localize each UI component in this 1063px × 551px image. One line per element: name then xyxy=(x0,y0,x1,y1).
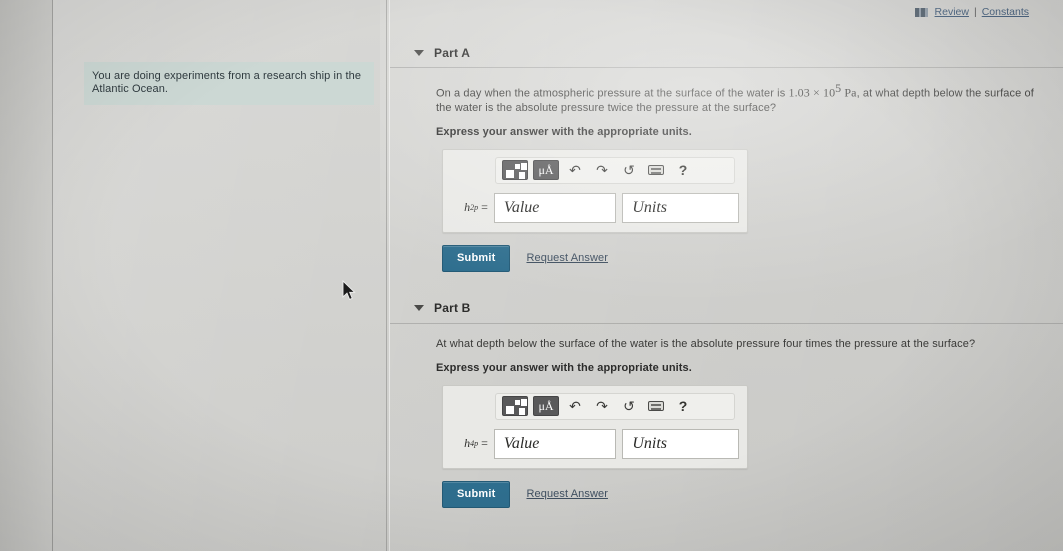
left-margin-panel xyxy=(0,0,52,551)
part-b-question-pre: At what depth below the surface of the w… xyxy=(436,337,976,350)
micro-angstrom-units-icon[interactable]: μÅ xyxy=(533,160,559,181)
part-a-question-pre: On a day when the atmospheric pressure a… xyxy=(436,87,789,100)
reset-circle-icon[interactable]: ↺ xyxy=(618,396,640,416)
part-b-request-answer-link[interactable]: Request Answer xyxy=(526,488,608,500)
math-template-icon[interactable] xyxy=(502,396,528,417)
chevron-down-icon[interactable] xyxy=(414,305,424,312)
part-b-body: At what depth below the surface of the w… xyxy=(390,337,1063,508)
part-b-answer-subscript: 4p xyxy=(470,439,479,449)
part-b-instruction: Express your answer with the appropriate… xyxy=(436,361,692,374)
chevron-down-icon[interactable] xyxy=(414,49,424,56)
part-a-answer-label: h 2p = xyxy=(451,193,494,223)
math-template-icon[interactable] xyxy=(502,160,528,181)
part-b-submit-row: Submit Request Answer xyxy=(442,480,1049,508)
part-b-answer-label: h 4p = xyxy=(451,429,494,459)
part-b-entry-row: h 4p = Value Units xyxy=(451,428,739,459)
part-a-header[interactable]: Part A xyxy=(390,38,1063,68)
part-b-answer-equals: = xyxy=(481,436,488,451)
redo-arrow-icon[interactable]: ↷ xyxy=(591,396,613,416)
part-a-pressure-base: 10 xyxy=(822,85,836,100)
redo-arrow-icon[interactable]: ↷ xyxy=(591,160,613,180)
part-b-submit-button[interactable]: Submit xyxy=(442,480,511,508)
undo-arrow-icon[interactable]: ↶ xyxy=(564,160,586,180)
column-divider xyxy=(386,0,387,551)
part-a-pressure-times: × xyxy=(812,85,820,100)
part-b-value-input[interactable]: Value xyxy=(493,428,617,459)
part-a-toolbar: μÅ ↶ ↷ ↺ ? xyxy=(495,156,735,184)
part-a-instruction: Express your answer with the appropriate… xyxy=(436,125,692,138)
help-question-icon[interactable]: ? xyxy=(672,160,694,180)
keyboard-icon[interactable] xyxy=(645,160,667,180)
part-b-question: At what depth below the surface of the w… xyxy=(436,337,1049,351)
part-b-title: Part B xyxy=(434,301,471,316)
part-b-units-placeholder: Units xyxy=(632,434,667,452)
part-b-units-input[interactable]: Units xyxy=(622,428,739,459)
part-a-entry-row: h 2p = Value Units xyxy=(451,192,739,223)
part-b-answer-panel: μÅ ↶ ↷ ↺ ? h 4p = Value Units xyxy=(442,384,748,469)
part-a-body: On a day when the atmospheric pressure a… xyxy=(390,81,1063,272)
intro-text: You are doing experiments from a researc… xyxy=(92,70,362,95)
part-b-value-placeholder: Value xyxy=(503,434,540,452)
part-a-units-placeholder: Units xyxy=(632,198,667,216)
part-a-value-placeholder: Value xyxy=(503,198,540,216)
intro-highlight-box: You are doing experiments from a researc… xyxy=(84,62,374,105)
reset-circle-icon[interactable]: ↺ xyxy=(618,160,640,180)
part-b-toolbar: μÅ ↶ ↷ ↺ ? xyxy=(495,392,735,420)
part-a-pressure-unit: Pa xyxy=(844,85,857,100)
part-a-answer-subscript: 2p xyxy=(470,203,479,213)
part-a-request-answer-link[interactable]: Request Answer xyxy=(526,252,608,264)
part-a-question: On a day when the atmospheric pressure a… xyxy=(436,81,1049,115)
part-a-units-input[interactable]: Units xyxy=(622,192,739,223)
part-a-title: Part A xyxy=(434,45,471,60)
part-a-pressure-mantissa: 1.03 xyxy=(788,85,810,100)
part-a-answer-panel: μÅ ↶ ↷ ↺ ? h 2p = Value Units xyxy=(442,148,748,233)
left-rule-divider xyxy=(52,0,53,551)
part-a-submit-button[interactable]: Submit xyxy=(442,244,511,272)
part-b-header[interactable]: Part B xyxy=(390,294,1063,324)
part-a-submit-row: Submit Request Answer xyxy=(442,244,1049,272)
part-a-value-input[interactable]: Value xyxy=(493,192,617,223)
problem-content-column: Part A On a day when the atmospheric pre… xyxy=(390,0,1063,551)
undo-arrow-icon[interactable]: ↶ xyxy=(564,396,586,416)
help-question-icon[interactable]: ? xyxy=(672,396,694,416)
keyboard-icon[interactable] xyxy=(645,396,667,416)
part-a-answer-equals: = xyxy=(481,200,488,215)
micro-angstrom-units-icon[interactable]: μÅ xyxy=(533,396,559,417)
